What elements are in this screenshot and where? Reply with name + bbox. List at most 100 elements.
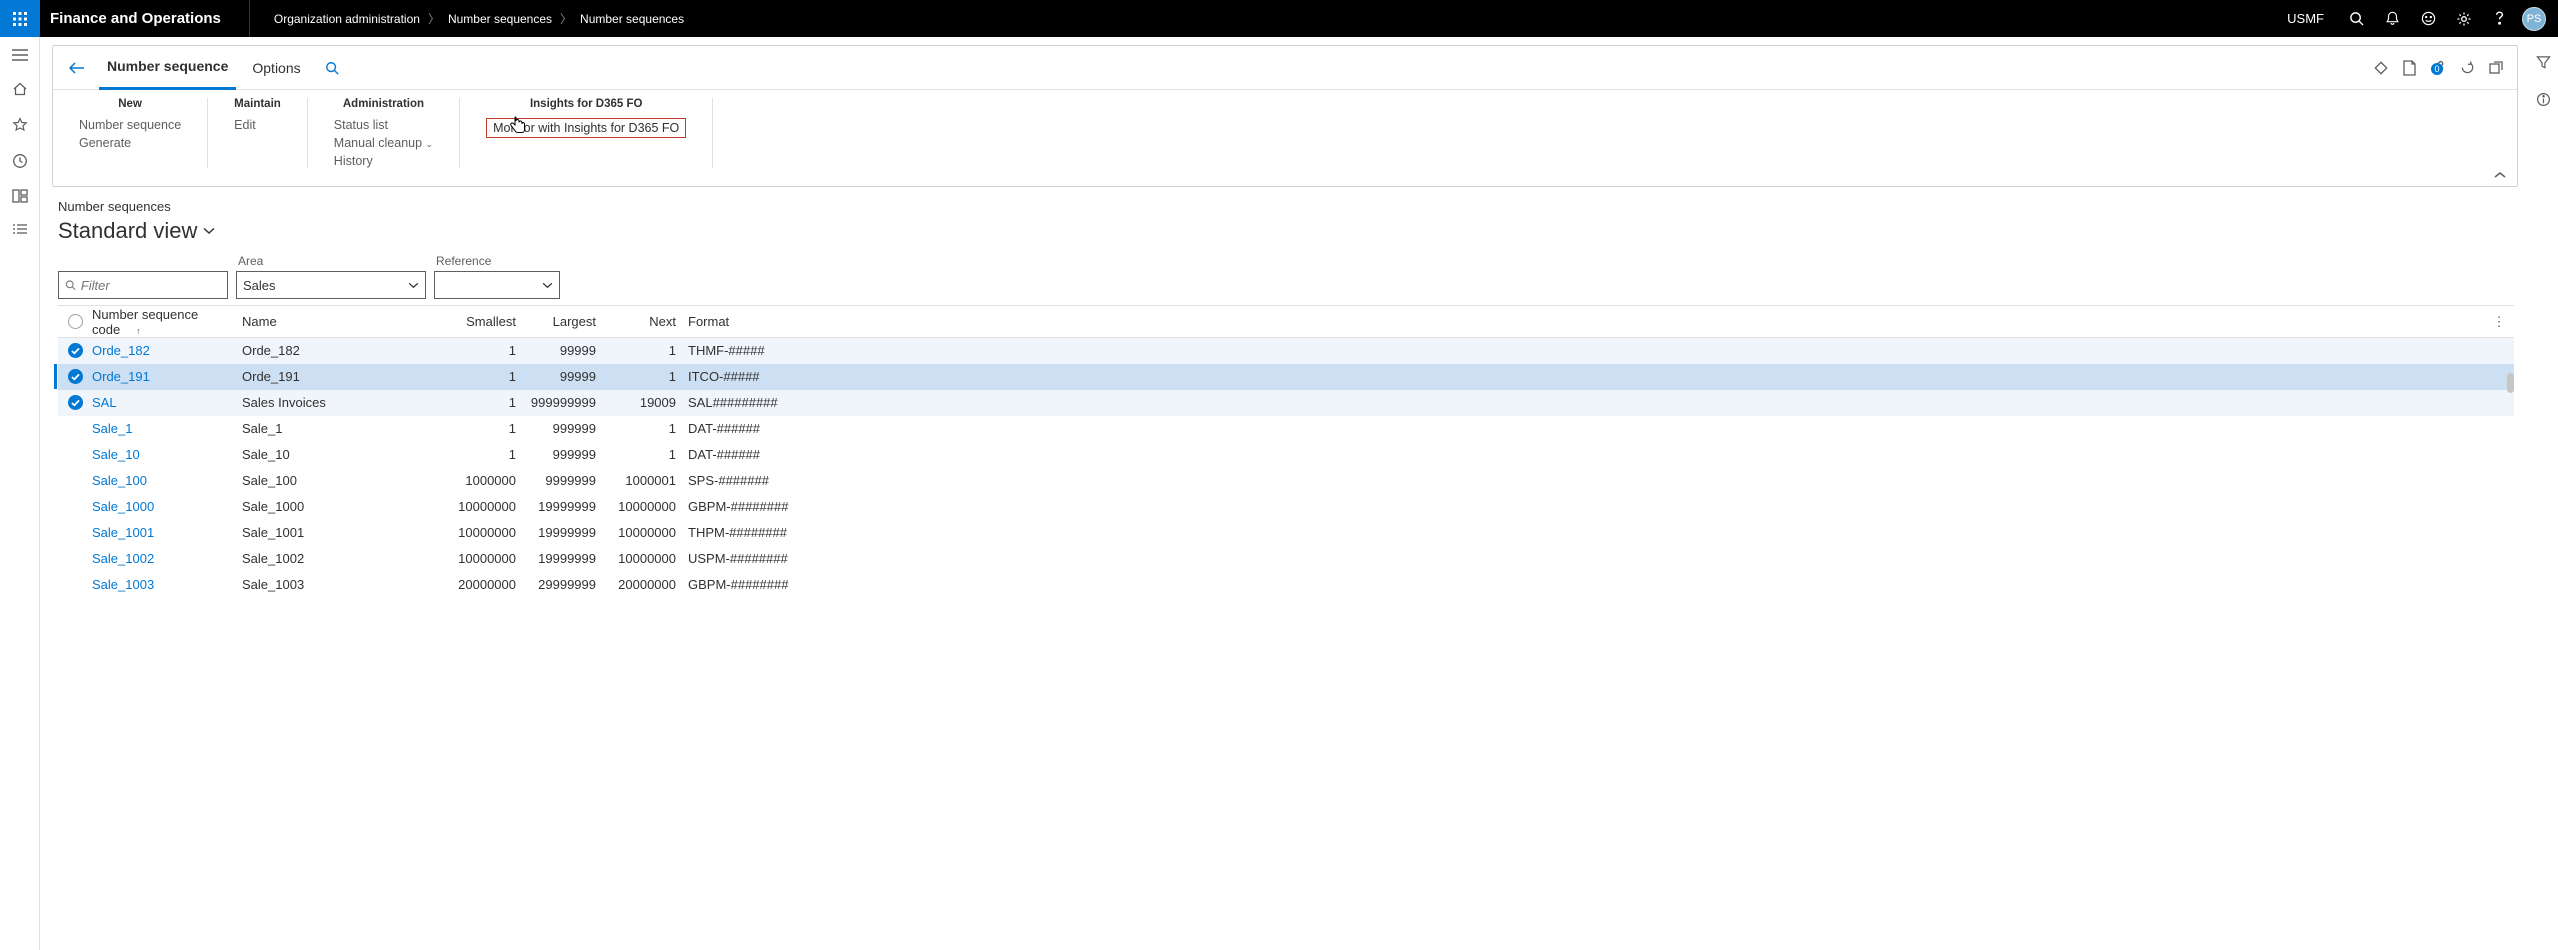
action-monitor-insights[interactable]: Monitor with Insights for D365 FO: [486, 118, 686, 138]
attachments-button[interactable]: 0: [2430, 60, 2446, 76]
company-selector[interactable]: USMF: [2273, 11, 2338, 26]
popout-button[interactable]: [2489, 61, 2503, 75]
info-button[interactable]: [2536, 92, 2551, 107]
search-button[interactable]: [2338, 0, 2374, 37]
cell-format: SPS-#######: [682, 473, 2484, 488]
cell-code[interactable]: Sale_10: [92, 447, 242, 462]
action-edit[interactable]: Edit: [234, 118, 256, 132]
breadcrumb-item[interactable]: Number sequences: [580, 12, 684, 26]
action-status-list[interactable]: Status list: [334, 118, 388, 132]
tab-number-sequence[interactable]: Number sequence: [99, 46, 236, 90]
action-number-sequence[interactable]: Number sequence: [79, 118, 181, 132]
col-name[interactable]: Name: [242, 314, 442, 329]
area-label: Area: [236, 254, 426, 268]
cell-name: Sale_10: [242, 447, 442, 462]
chevron-up-icon: [2493, 170, 2507, 180]
breadcrumb-item[interactable]: Number sequences: [448, 12, 552, 26]
cell-code[interactable]: Sale_100: [92, 473, 242, 488]
cell-code[interactable]: Sale_1001: [92, 525, 242, 540]
info-icon: [2536, 92, 2551, 107]
cell-name: Orde_191: [242, 369, 442, 384]
table-row[interactable]: Sale_1003Sale_10032000000029999999200000…: [58, 572, 2514, 598]
scrollbar-thumb[interactable]: [2507, 373, 2514, 393]
cell-code[interactable]: Orde_191: [92, 369, 242, 384]
back-button[interactable]: [63, 57, 91, 79]
col-largest[interactable]: Largest: [522, 314, 602, 329]
row-select[interactable]: [58, 369, 92, 384]
nav-workspaces[interactable]: [12, 189, 28, 203]
table-row[interactable]: Orde_191Orde_1911999991ITCO-#####: [58, 364, 2514, 390]
app-launcher-button[interactable]: [0, 0, 40, 37]
open-excel-button[interactable]: [2403, 60, 2416, 76]
related-info-button[interactable]: [2536, 55, 2551, 70]
cell-code[interactable]: SAL: [92, 395, 242, 410]
workspace-icon: [12, 189, 28, 203]
col-smallest[interactable]: Smallest: [442, 314, 522, 329]
cell-largest: 19999999: [522, 551, 602, 566]
row-select[interactable]: [58, 395, 92, 410]
cell-next: 1: [602, 447, 682, 462]
action-history[interactable]: History: [334, 154, 373, 168]
reference-label: Reference: [434, 254, 560, 268]
cell-code[interactable]: Sale_1003: [92, 577, 242, 592]
settings-button[interactable]: [2446, 0, 2482, 37]
grid-menu-button[interactable]: ⋮: [2484, 314, 2514, 330]
sort-asc-icon: ↑: [120, 326, 141, 336]
col-format[interactable]: Format: [682, 314, 2484, 329]
action-manual-cleanup[interactable]: Manual cleanup ⌄: [334, 136, 433, 150]
arrow-left-icon: [69, 61, 85, 75]
select-all[interactable]: [58, 314, 92, 329]
search-icon: [2349, 11, 2364, 26]
avatar[interactable]: PS: [2522, 7, 2546, 31]
cell-format: GBPM-########: [682, 499, 2484, 514]
cell-name: Sale_1002: [242, 551, 442, 566]
breadcrumb-item[interactable]: Organization administration: [274, 12, 420, 26]
chevron-right-icon: 〉: [560, 10, 572, 27]
view-selector[interactable]: Standard view: [58, 218, 2514, 244]
nav-recent[interactable]: [12, 153, 28, 169]
collapse-ribbon-button[interactable]: [2493, 170, 2507, 180]
nav-hamburger[interactable]: [12, 49, 28, 61]
filter-input-wrapper[interactable]: [58, 271, 228, 299]
table-row[interactable]: Sale_10Sale_1019999991DAT-######: [58, 442, 2514, 468]
table-row[interactable]: SALSales Invoices199999999919009SAL#####…: [58, 390, 2514, 416]
cell-format: GBPM-########: [682, 577, 2484, 592]
row-select[interactable]: [58, 343, 92, 358]
search-icon: [65, 279, 76, 291]
table-row[interactable]: Sale_1002Sale_10021000000019999999100000…: [58, 546, 2514, 572]
col-code[interactable]: Number sequence code↑: [92, 307, 242, 337]
filter-input[interactable]: [81, 278, 221, 293]
notifications-button[interactable]: [2374, 0, 2410, 37]
ribbon-search[interactable]: [317, 46, 347, 90]
table-row[interactable]: Sale_1Sale_119999991DAT-######: [58, 416, 2514, 442]
table-row[interactable]: Sale_100Sale_100100000099999991000001SPS…: [58, 468, 2514, 494]
cell-code[interactable]: Sale_1: [92, 421, 242, 436]
cell-name: Sale_1003: [242, 577, 442, 592]
col-next[interactable]: Next: [602, 314, 682, 329]
ribbon-group-maintain: Maintain Edit: [208, 98, 308, 168]
personalize-button[interactable]: [2373, 60, 2389, 76]
cell-largest: 29999999: [522, 577, 602, 592]
cell-code[interactable]: Orde_182: [92, 343, 242, 358]
nav-modules[interactable]: [12, 223, 28, 235]
nav-favorites[interactable]: [12, 117, 28, 133]
action-pane: Number sequence Options 0: [52, 45, 2518, 187]
action-generate[interactable]: Generate: [79, 136, 131, 150]
table-row[interactable]: Sale_1000Sale_10001000000019999999100000…: [58, 494, 2514, 520]
refresh-button[interactable]: [2460, 60, 2475, 75]
tab-options[interactable]: Options: [244, 46, 308, 90]
cell-smallest: 1: [442, 369, 522, 384]
page-icon: [2403, 60, 2416, 76]
cell-name: Sale_100: [242, 473, 442, 488]
nav-home[interactable]: [12, 81, 28, 97]
table-row[interactable]: Orde_182Orde_1821999991THMF-#####: [58, 338, 2514, 364]
cell-smallest: 20000000: [442, 577, 522, 592]
help-button[interactable]: [2482, 0, 2518, 37]
cell-code[interactable]: Sale_1002: [92, 551, 242, 566]
table-row[interactable]: Sale_1001Sale_10011000000019999999100000…: [58, 520, 2514, 546]
feedback-button[interactable]: [2410, 0, 2446, 37]
cell-smallest: 1: [442, 343, 522, 358]
reference-dropdown[interactable]: [434, 271, 560, 299]
area-dropdown[interactable]: Sales: [236, 271, 426, 299]
cell-code[interactable]: Sale_1000: [92, 499, 242, 514]
